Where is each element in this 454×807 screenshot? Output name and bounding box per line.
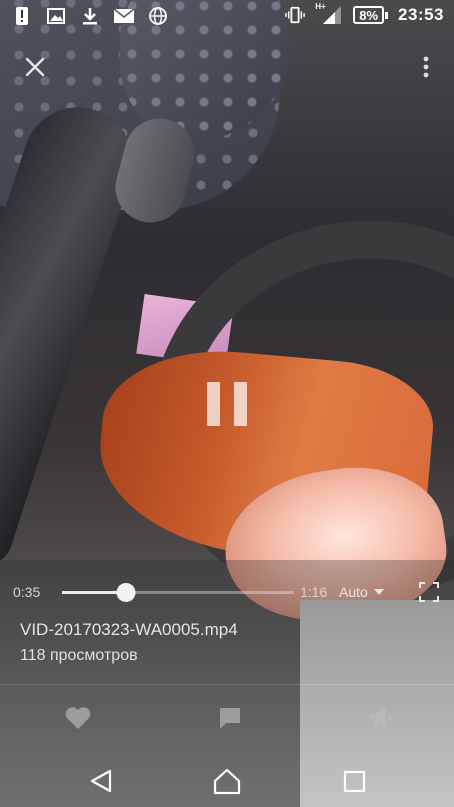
battery-icon: 8% bbox=[353, 6, 389, 24]
network-type-label: H+ bbox=[315, 2, 326, 11]
close-button[interactable] bbox=[22, 54, 48, 80]
like-icon bbox=[65, 707, 91, 729]
mail-icon bbox=[114, 6, 134, 26]
home-icon bbox=[213, 768, 241, 795]
clock: 23:53 bbox=[398, 5, 444, 24]
battery-percent: 8% bbox=[359, 7, 379, 23]
like-button[interactable] bbox=[64, 705, 94, 731]
duration: 1:16 bbox=[300, 584, 328, 600]
globe-icon bbox=[148, 6, 168, 26]
home-button[interactable] bbox=[212, 767, 242, 795]
share-icon bbox=[370, 708, 392, 729]
seek-bar[interactable] bbox=[62, 583, 294, 602]
system-icons: H+ 8% 23:53 bbox=[285, 2, 444, 25]
back-icon bbox=[90, 769, 112, 793]
quality-label: Auto bbox=[339, 584, 368, 600]
pause-icon bbox=[207, 382, 220, 426]
back-button[interactable] bbox=[86, 767, 116, 795]
recents-icon bbox=[343, 770, 366, 793]
more-vert-icon bbox=[423, 56, 429, 78]
pause-button[interactable] bbox=[207, 382, 247, 426]
vibrate-icon bbox=[285, 5, 306, 25]
more-options-button[interactable] bbox=[416, 54, 436, 80]
share-button[interactable] bbox=[368, 705, 398, 731]
signal-icon: H+ bbox=[315, 2, 343, 25]
alert-icon bbox=[12, 6, 32, 26]
seek-bar-thumb[interactable] bbox=[116, 583, 136, 602]
recents-button[interactable] bbox=[340, 767, 370, 795]
status-bar: H+ 8% 23:53 bbox=[0, 0, 454, 33]
fullscreen-icon bbox=[419, 582, 439, 602]
close-icon bbox=[25, 57, 45, 77]
navigation-bar bbox=[0, 755, 454, 807]
comment-button[interactable] bbox=[217, 705, 247, 731]
download-icon bbox=[80, 6, 100, 26]
video-title: VID-20170323-WA0005.mp4 bbox=[20, 620, 238, 639]
current-time: 0:35 bbox=[13, 584, 41, 600]
dropdown-arrow-icon bbox=[373, 589, 384, 595]
image-icon bbox=[46, 6, 66, 26]
notification-icons bbox=[12, 6, 168, 26]
comment-icon bbox=[220, 708, 240, 729]
view-count: 118 просмотров bbox=[20, 647, 138, 664]
quality-selector[interactable]: Auto bbox=[339, 584, 384, 600]
fullscreen-button[interactable] bbox=[419, 582, 439, 602]
divider bbox=[0, 684, 454, 685]
